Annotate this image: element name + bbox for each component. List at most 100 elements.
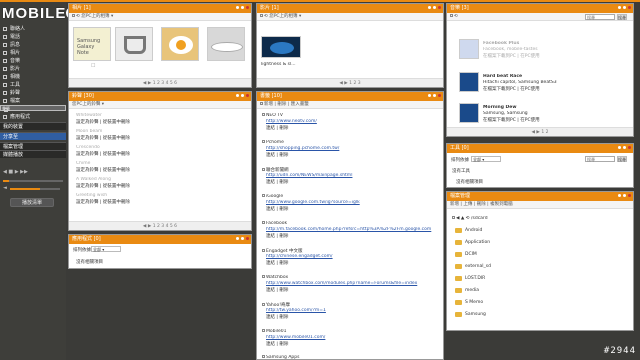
panel-window-controls[interactable] — [234, 235, 249, 244]
search-input[interactable]: 搜尋 — [585, 14, 615, 20]
search-button[interactable]: 搜尋 — [617, 156, 627, 162]
panel-window-controls[interactable] — [616, 4, 631, 13]
bookmark-url[interactable]: http://shopping.pchome.com.tw/ — [266, 146, 440, 151]
bookmark-actions[interactable]: 連結 | 刪除 — [266, 233, 440, 239]
panel-window-controls[interactable] — [426, 92, 441, 101]
sidebar-item-apps[interactable]: 應用程式 — [0, 113, 66, 121]
bookmark-actions[interactable]: 連結 | 刪除 — [266, 287, 440, 293]
bookmark-url[interactable]: http://tw.yahoo.com/?m=1 — [266, 308, 440, 313]
bookmark-url[interactable]: http://m.facebook.com/home.php?refsrc=ht… — [266, 227, 440, 232]
videos-pagination[interactable]: ◀ ▶ 1 2 3 — [257, 78, 443, 87]
bookmark-url[interactable]: http://www.google.com.tw/ig?source=iglk — [266, 200, 440, 205]
photos-pagination[interactable]: ◀ ▶ 1 2 3 4 5 6 — [69, 78, 251, 87]
bookmarks-toolbar[interactable]: 新增 | 刪除 | 匯入書籤 — [257, 101, 443, 109]
track-actions[interactable]: 在檔案下載到PC | 在PC使用 — [483, 117, 630, 123]
bookmark-url[interactable]: http://udn.com/NEWS/mainpage.shtml — [266, 173, 440, 178]
playlist-button[interactable]: 播放清單 — [10, 198, 54, 207]
check-icon[interactable]: ☐ — [91, 63, 95, 69]
panel-window-controls[interactable] — [426, 4, 441, 13]
sidebar-item-messages[interactable]: 訊息 — [0, 41, 66, 49]
sidebar-item-bookmarks[interactable]: 書籤 — [0, 105, 66, 112]
panel-window-controls[interactable] — [234, 92, 249, 101]
sidebar-item-videos[interactable]: 影片 — [0, 65, 66, 73]
progress-slider[interactable] — [3, 180, 63, 182]
volume-slider[interactable] — [10, 188, 60, 190]
bookmark-actions[interactable]: 連結 | 刪除 — [266, 260, 440, 266]
videos-filter[interactable]: ⟲ 您PC上的相簿 ▾ — [257, 13, 443, 21]
panel-window-controls[interactable] — [616, 144, 631, 153]
ringtone-actions[interactable]: 設定為鈴聲 | 從裝置中刪除 — [76, 135, 248, 141]
bookmark-url[interactable]: http://www.neotv.com/ — [266, 119, 440, 124]
bookmark-url[interactable]: http://www.mobile01.com/ — [266, 335, 440, 340]
music-pagination[interactable]: ◀ ▶ 1 2 — [447, 127, 633, 136]
ringtone-actions[interactable]: 設定為鈴聲 | 從裝置中刪除 — [76, 199, 248, 205]
track-actions[interactable]: 在檔案下載到PC | 在PC使用 — [483, 86, 630, 92]
sidebar-section-share[interactable]: 分享至 — [0, 132, 66, 140]
bookmark-url[interactable]: http://www.watchbox.com/modules.php?name… — [266, 281, 440, 286]
folder-icon — [3, 99, 7, 103]
panel-title: 書籤 [10] — [260, 93, 282, 99]
tools-panel: 工具 [0] 排列依據 全部 ▾ 搜尋 搜尋 沒有工具 沒有相關項目 — [446, 143, 634, 188]
search-button[interactable]: 搜尋 — [617, 14, 627, 20]
bookmark-name: Pchome — [262, 140, 440, 145]
track-actions[interactable]: 在檔案下載到PC | 在PC使用 — [483, 53, 630, 59]
sort-select[interactable]: 全部 ▾ — [91, 246, 121, 252]
photos-panel: 相片 [1] ⟲ 您PC上的相簿 ▾ Samsung Galaxy Note ☐ ◀… — [68, 3, 252, 88]
bookmark-actions[interactable]: 連結 | 刪除 — [266, 179, 440, 185]
sidebar-section-devices[interactable]: 我的裝置 — [0, 122, 66, 130]
bookmark-actions[interactable]: 連結 | 刪除 — [266, 206, 440, 212]
sidebar-item-camera[interactable]: 相機 — [0, 73, 66, 81]
files-panel: 檔案管理 新增 | 上傳 | 刪除 | 複製到電腦 ◀ ▲ ⟲ /sdcard … — [446, 191, 634, 331]
bookmark-name: NEO TV — [262, 113, 440, 118]
sidebar-item-files[interactable]: 檔案 — [0, 97, 66, 105]
folder-name[interactable]: external_sd — [465, 264, 491, 269]
photos-filter[interactable]: ⟲ 您PC上的相簿 ▾ — [69, 13, 251, 21]
folder-icon — [455, 288, 462, 293]
breadcrumb[interactable]: ◀ ▲ ⟲ /sdcard — [452, 216, 630, 221]
panel-window-controls[interactable] — [616, 192, 631, 201]
folder-name[interactable]: LOST.DIR — [465, 276, 485, 281]
sidebar-item-phone[interactable]: 電話 — [0, 33, 66, 41]
photo-thumb[interactable] — [161, 27, 199, 61]
sort-select[interactable]: 全部 ▾ — [471, 156, 501, 162]
photo-thumb[interactable] — [207, 27, 245, 61]
folder-name[interactable]: Samsung — [465, 312, 486, 317]
ringtones-pagination[interactable]: ◀ ▶ 1 2 3 4 5 6 — [69, 221, 251, 230]
ringtone-actions[interactable]: 設定為鈴聲 | 從裝置中刪除 — [76, 119, 248, 125]
video-thumb[interactable] — [261, 36, 301, 58]
ringtones-filter[interactable]: 您PC上的鈴聲 ▾ — [69, 101, 251, 109]
ringtone-actions[interactable]: 設定為鈴聲 | 從裝置中刪除 — [76, 151, 248, 157]
folder-icon — [455, 276, 462, 281]
photo-thumb[interactable]: Samsung Galaxy Note — [73, 27, 111, 61]
watermark: #2944 — [603, 346, 636, 356]
sidebar-item-ringtones[interactable]: 鈴聲 — [0, 89, 66, 97]
bookmark-url[interactable]: http://chinese.engadget.com/ — [266, 254, 440, 259]
folder-name[interactable]: DCIM — [465, 252, 477, 257]
folder-name[interactable]: media — [465, 288, 479, 293]
ringtone-actions[interactable]: 設定為鈴聲 | 從裝置中刪除 — [76, 167, 248, 173]
sidebar-item-contacts[interactable]: 聯絡人 — [0, 25, 66, 33]
bookmark-actions[interactable]: 連結 | 刪除 — [266, 341, 440, 347]
player-controls[interactable]: ◀ ■ ▶ ▶▶ — [3, 169, 28, 175]
sidebar-item-music[interactable]: 音樂 — [0, 57, 66, 65]
folder-name[interactable]: S Memo — [465, 300, 483, 305]
photo-thumb[interactable] — [115, 27, 153, 61]
bookmark-actions[interactable]: 連結 | 刪除 — [266, 125, 440, 131]
panel-title: 音樂 [3] — [450, 5, 469, 11]
search-input[interactable]: 搜尋 — [585, 156, 615, 162]
folder-name[interactable]: Android — [465, 228, 482, 233]
folder-name[interactable]: Application — [465, 240, 490, 245]
panel-window-controls[interactable] — [234, 4, 249, 13]
bookmark-actions[interactable]: 連結 | 刪除 — [266, 314, 440, 320]
ringtone-name: Greeting wish — [76, 193, 108, 198]
ringtone-name: Crescendo — [76, 145, 100, 150]
sidebar-item-tools[interactable]: 工具 — [0, 81, 66, 89]
sidebar-section-filemanager[interactable]: 檔案管理 — [0, 142, 66, 150]
sidebar-item-photos[interactable]: 相片 — [0, 49, 66, 57]
tools-panel-header: 工具 [0] — [447, 144, 633, 153]
bookmark-actions[interactable]: 連結 | 刪除 — [266, 152, 440, 158]
files-toolbar[interactable]: 新增 | 上傳 | 刪除 | 複製到電腦 — [447, 201, 633, 209]
bookmark-name: Samsung Apps — [262, 355, 440, 359]
apps-panel: 應用程式 [0] 排列依據 全部 ▾ 沒有相關項目 — [68, 234, 252, 269]
ringtone-actions[interactable]: 設定為鈴聲 | 從裝置中刪除 — [76, 183, 248, 189]
